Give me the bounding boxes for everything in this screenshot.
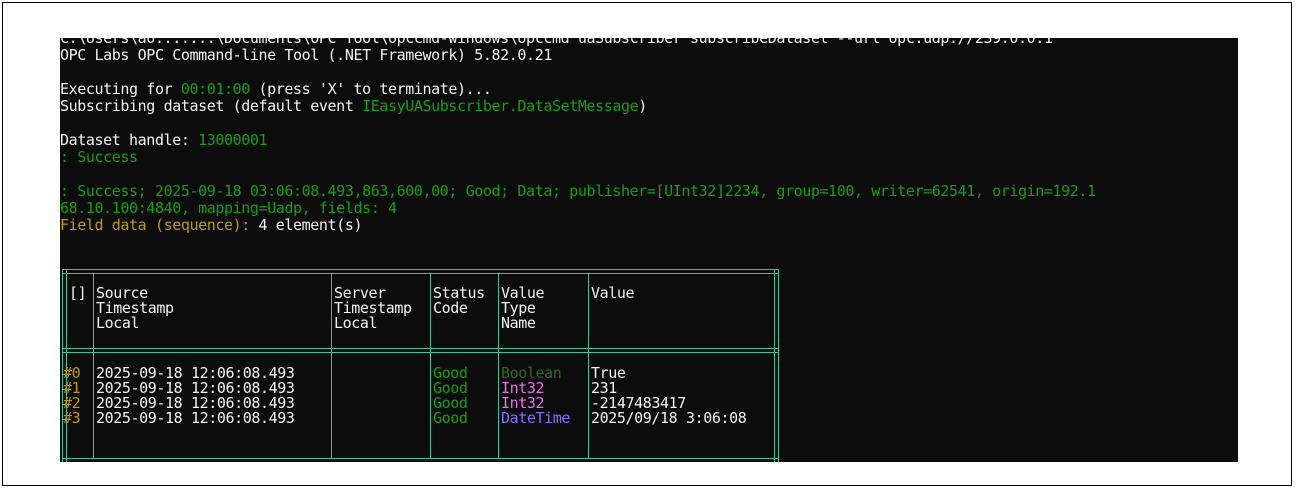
- exec-suffix: (press 'X' to terminate)...: [249, 80, 492, 98]
- header-source-1: Source: [96, 284, 148, 302]
- header-vtype-3: Name: [501, 314, 536, 332]
- row-2-index: #2: [63, 394, 81, 412]
- header-index: []: [69, 284, 87, 302]
- header-source-3: Local: [96, 314, 140, 332]
- handle-value: 13000001: [198, 131, 268, 149]
- header-server-1: Server: [334, 284, 386, 302]
- row-2-status: Good: [433, 394, 468, 412]
- exec-time: 00:01:00: [180, 80, 250, 98]
- product-line: OPC Labs OPC Command-line Tool (.NET Fra…: [60, 46, 552, 64]
- message-line-1: : Success; 2025-09-18 03:06:08.493,863,6…: [60, 182, 1096, 200]
- handle-line: Dataset handle: 13000001: [60, 131, 268, 149]
- sub-suffix: ): [638, 97, 647, 115]
- exec-prefix: Executing for: [60, 80, 181, 98]
- header-server-2: Timestamp: [334, 299, 412, 317]
- row-1-index: #1: [63, 379, 81, 397]
- header-server-3: Local: [334, 314, 378, 332]
- row-3-index: #3: [63, 409, 81, 427]
- row-3-type: DateTime: [501, 409, 571, 427]
- sub-event: IEasyUASubscriber.DataSetMessage: [362, 97, 639, 115]
- row-1-status: Good: [433, 379, 468, 397]
- row-1-source-timestamp: 2025-09-18 12:06:08.493: [96, 379, 295, 397]
- row-2-source-timestamp: 2025-09-18 12:06:08.493: [96, 394, 295, 412]
- row-2-type: Int32: [501, 394, 545, 412]
- row-3-value: 2025/09/18 3:06:08: [591, 409, 747, 427]
- row-0-type: Boolean: [501, 364, 562, 382]
- executing-line: Executing for 00:01:00 (press 'X' to ter…: [60, 81, 492, 98]
- row-3-source-timestamp: 2025-09-18 12:06:08.493: [96, 409, 295, 427]
- header-status-2: Code: [433, 299, 468, 317]
- field-data-count: 4 element(s): [249, 216, 363, 234]
- field-data-line: Field data (sequence): 4 element(s): [60, 217, 362, 234]
- message-line-2: 68.10.100:4840, mapping=Uadp, fields: 4: [60, 199, 397, 217]
- row-0-status: Good: [433, 364, 468, 382]
- row-2-value: -2147483417: [591, 394, 686, 412]
- subscribing-line: Subscribing dataset (default event IEasy…: [60, 98, 647, 115]
- row-3-status: Good: [433, 409, 468, 427]
- row-0-index: #0: [63, 364, 81, 382]
- row-1-type: Int32: [501, 379, 545, 397]
- header-vtype-2: Type: [501, 299, 536, 317]
- handle-label: Dataset handle:: [60, 131, 199, 149]
- row-0-value: True: [591, 364, 626, 382]
- header-vtype-1: Value: [501, 284, 545, 302]
- sub-prefix: Subscribing dataset (default event: [60, 97, 363, 115]
- field-data-label: Field data (sequence):: [60, 216, 250, 234]
- console-window[interactable]: C:\Users\a0.......\Documents\OPC Tool\op…: [60, 38, 1238, 462]
- success-line: : Success: [60, 148, 138, 166]
- row-0-source-timestamp: 2025-09-18 12:06:08.493: [96, 364, 295, 382]
- row-1-value: 231: [591, 379, 617, 397]
- header-source-2: Timestamp: [96, 299, 174, 317]
- header-value: Value: [591, 284, 635, 302]
- header-status-1: Status: [433, 284, 485, 302]
